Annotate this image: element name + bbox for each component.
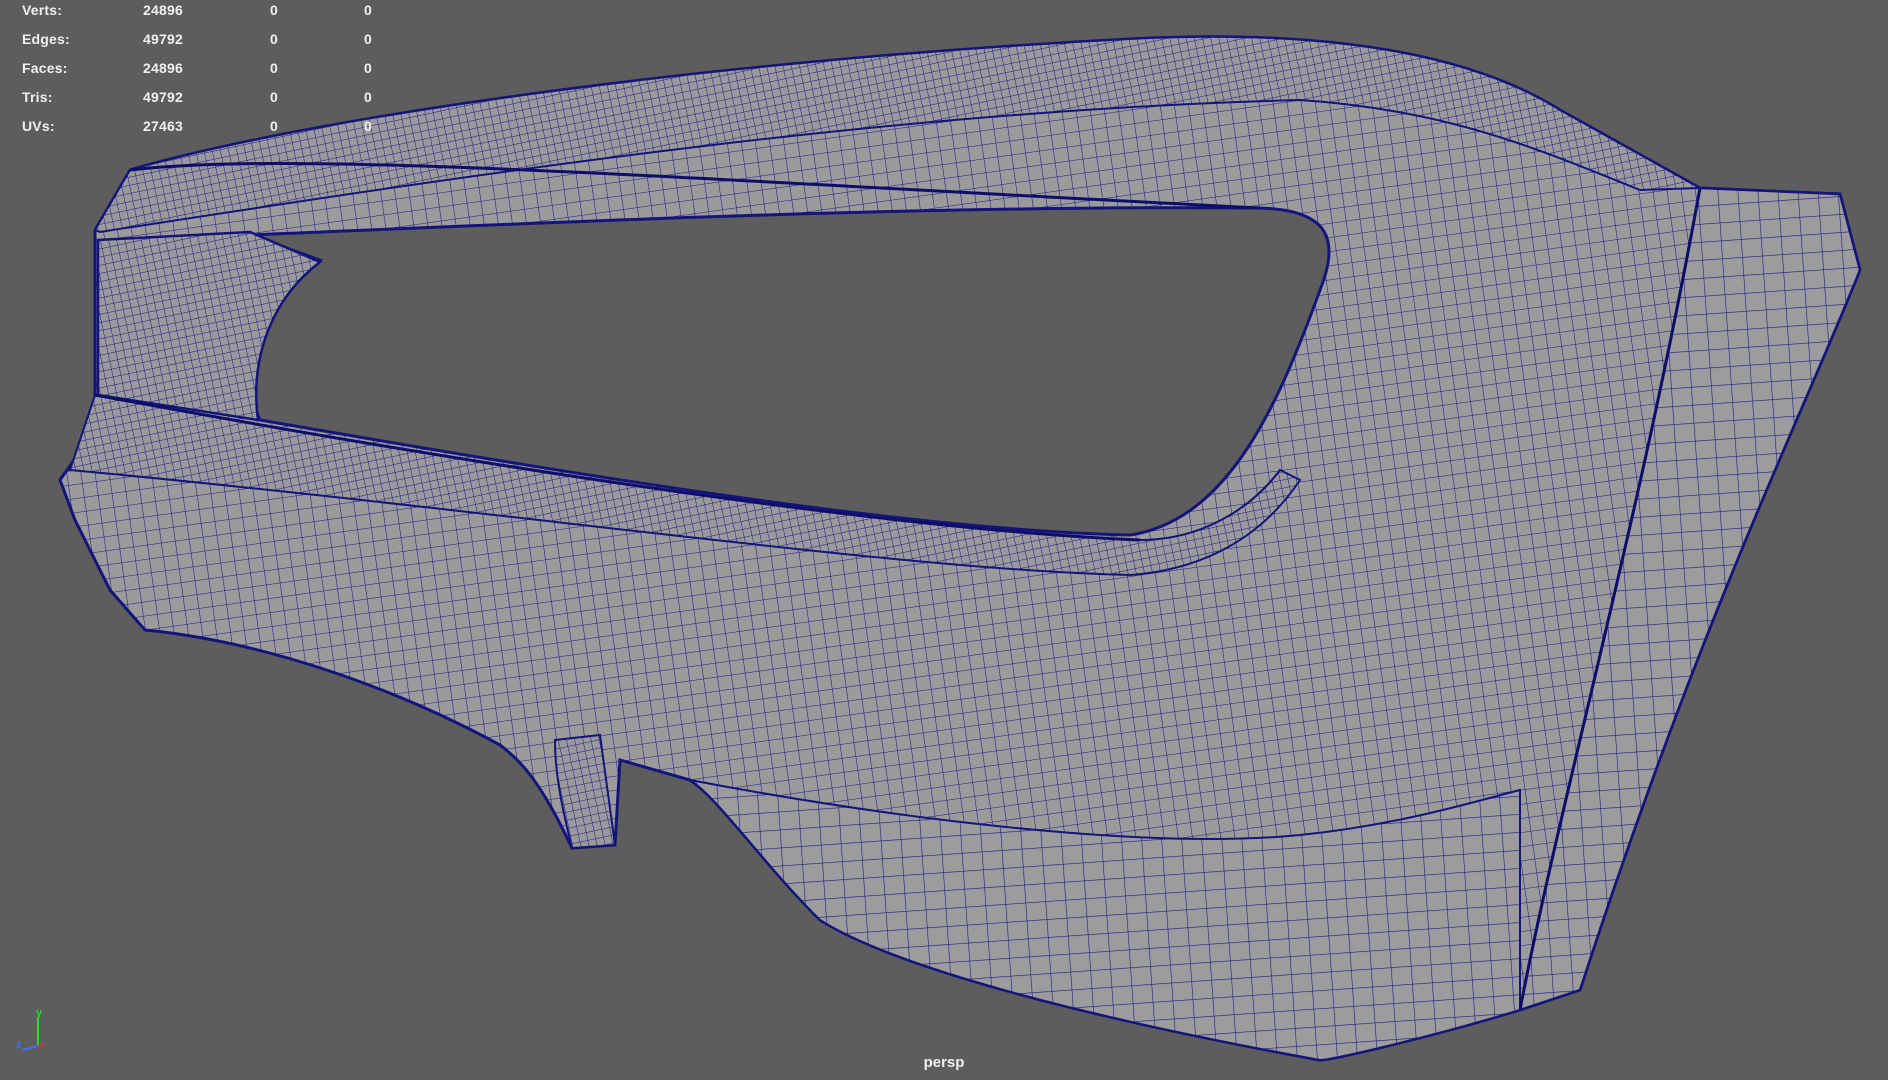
hud-value: 0 <box>270 60 278 76</box>
hud-value: 0 <box>364 60 372 76</box>
hud-label: Faces: <box>22 60 68 76</box>
hud-value: 0 <box>270 89 278 105</box>
hud-value: 27463 <box>143 118 183 134</box>
axis-y-label: y <box>36 1007 43 1019</box>
hud-value: 49792 <box>143 89 183 105</box>
bumper-mesh-wireframe[interactable] <box>0 0 1888 1080</box>
hud-label: Edges: <box>22 31 70 47</box>
axis-z-label: z <box>16 1039 22 1051</box>
hud-value: 0 <box>364 118 372 134</box>
3d-viewport[interactable]: Verts: 24896 0 0 Edges: 49792 0 0 Faces:… <box>0 0 1888 1080</box>
hud-value: 0 <box>364 89 372 105</box>
hud-value: 49792 <box>143 31 183 47</box>
hud-label: Verts: <box>22 2 63 18</box>
hud-value: 24896 <box>143 60 183 76</box>
hud-row-edges: Edges: 49792 0 0 <box>0 29 400 53</box>
camera-name-label: persp <box>923 1054 965 1071</box>
hud-row-verts: Verts: 24896 0 0 <box>0 0 400 24</box>
hud-row-tris: Tris: 49792 0 0 <box>0 87 400 111</box>
hud-row-faces: Faces: 24896 0 0 <box>0 58 400 82</box>
hud-label: Tris: <box>22 89 53 105</box>
hud-row-uvs: UVs: 27463 0 0 <box>0 116 400 140</box>
axis-gizmo-icon: y z <box>16 1007 45 1051</box>
hud-value: 0 <box>364 31 372 47</box>
hud-value: 24896 <box>143 2 183 18</box>
hud-value: 0 <box>270 2 278 18</box>
hud-value: 0 <box>364 2 372 18</box>
poly-count-hud: Verts: 24896 0 0 Edges: 49792 0 0 Faces:… <box>0 0 400 140</box>
hud-value: 0 <box>270 31 278 47</box>
hud-value: 0 <box>270 118 278 134</box>
left-vent <box>96 230 323 422</box>
hud-label: UVs: <box>22 118 55 134</box>
